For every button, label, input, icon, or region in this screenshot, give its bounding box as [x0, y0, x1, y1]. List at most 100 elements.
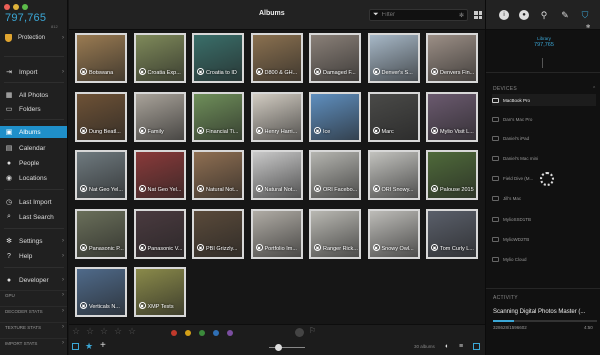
album-icon: ▣	[138, 126, 146, 134]
protection-item[interactable]: Protection ›	[0, 32, 67, 44]
sidebar-item-settings[interactable]: ✻ Settings ›	[0, 235, 67, 247]
album-tile[interactable]: ▣ Family	[133, 91, 186, 142]
device-item[interactable]: MylioSSD1TB	[492, 213, 596, 225]
album-tile[interactable]: ▣ Damaged F...	[309, 33, 361, 83]
edit-pencil-icon[interactable]: ✎	[560, 10, 570, 20]
sidebar-item-folders[interactable]: ▭ Folders	[0, 103, 67, 115]
divider	[486, 72, 600, 73]
album-tile[interactable]: ▣ Nat Geo Yel...	[133, 150, 186, 200]
collapse-icon[interactable]: ⌃	[592, 86, 596, 92]
sidebar-item-last-import[interactable]: ◷ Last Import	[0, 196, 67, 208]
filter-box[interactable]: ⏷ ✻	[369, 9, 468, 21]
sidebar-item-import[interactable]: ⇥ Import ›	[0, 66, 67, 78]
album-tile[interactable]: ▣ Denver's S...	[367, 33, 420, 83]
album-icon: ▣	[138, 243, 146, 251]
star-rating-icon[interactable]: ☆	[86, 326, 94, 337]
album-tile[interactable]: ▣ Financial Ti...	[192, 91, 244, 142]
filter-icon[interactable]: ⏷	[373, 11, 379, 19]
device-item[interactable]: MacBook Pro	[492, 94, 596, 106]
add-icon[interactable]: +	[100, 340, 106, 351]
star-rating-icon[interactable]: ☆	[114, 326, 122, 337]
album-tile[interactable]: ▣ Natural Not...	[250, 150, 303, 200]
chevron-right-icon: ›	[62, 277, 64, 283]
library-label: Library	[537, 36, 551, 41]
device-item[interactable]: Dan's Mac Pro	[492, 113, 596, 125]
album-tile[interactable]: ▣ Croatia Exp...	[133, 33, 186, 83]
stat-decoder[interactable]: DECODER STATS ›	[0, 306, 67, 315]
device-item[interactable]: Daniel's Mac mini	[492, 152, 596, 164]
color-label-red[interactable]	[171, 330, 177, 336]
album-tile[interactable]: ▣ Palouse 2015	[426, 150, 478, 200]
device-item[interactable]: MylioWD2TB	[492, 233, 596, 245]
album-tile[interactable]: ▣ Panasonic P...	[75, 208, 127, 259]
flag-icon[interactable]: ⚐	[309, 326, 316, 335]
sidebar-item-people[interactable]: ● People	[0, 157, 67, 169]
album-tile[interactable]: ▣ Natural Not...	[192, 150, 244, 200]
album-tile[interactable]: ▣ PBI Grizzly...	[192, 208, 244, 259]
color-label-purple[interactable]	[227, 330, 233, 336]
sidebar-item-all-photos[interactable]: ▦ All Photos	[0, 89, 67, 101]
info-icon[interactable]: i	[499, 10, 509, 20]
album-tile[interactable]: ▣ ORI Facebo...	[309, 150, 361, 200]
zoom-window-button[interactable]	[22, 4, 28, 10]
favorite-star-icon[interactable]: ★	[85, 341, 93, 352]
album-tile[interactable]: ▣ Panasonic V...	[133, 208, 186, 259]
color-label-yellow[interactable]	[185, 330, 191, 336]
stat-texture[interactable]: TEXTURE STATS ›	[0, 322, 67, 331]
star-rating-icon[interactable]: ☆	[72, 326, 80, 337]
sidebar-item-calendar[interactable]: ▤ Calendar	[0, 142, 67, 154]
stat-gpu[interactable]: GPU ›	[0, 290, 67, 299]
stat-import[interactable]: IMPORT STATS ›	[0, 338, 67, 347]
shield-icon[interactable]: ⛉	[580, 10, 590, 20]
album-tile[interactable]: ▣ ORI Snowy...	[367, 150, 420, 200]
album-tile[interactable]: ▣ Croatia to ID	[192, 33, 244, 83]
sidebar-item-locations[interactable]: ◉ Locations	[0, 172, 67, 184]
album-tile[interactable]: ▣ Ranger Rick...	[309, 208, 361, 259]
album-tile[interactable]: ▣ Verticals N...	[75, 267, 127, 317]
star-rating-icon[interactable]: ☆	[128, 326, 136, 337]
filter-input[interactable]	[381, 12, 452, 18]
album-icon: ▣	[197, 68, 204, 75]
info-panel-toggle-icon[interactable]	[473, 343, 480, 350]
sidebar-item-help[interactable]: ? Help ›	[0, 250, 67, 262]
album-tile[interactable]: ▣ Nat Geo Yel...	[75, 150, 127, 200]
album-icon: ▣	[314, 185, 321, 192]
album-tile[interactable]: ▣ Marc	[367, 91, 420, 142]
album-tile[interactable]: ▣ Dung Beatl...	[75, 91, 127, 142]
grid-view-icon[interactable]	[474, 11, 482, 19]
album-tile[interactable]: ▣ Tom Curly L...	[426, 208, 478, 259]
device-item[interactable]: Mylio Cloud	[492, 253, 596, 265]
close-window-button[interactable]	[4, 4, 10, 10]
filter-settings-icon[interactable]: ✻	[459, 12, 464, 19]
sidebar-item-developer[interactable]: ● Developer ›	[0, 274, 67, 286]
album-tile[interactable]: ▣ Portfolio Im...	[250, 208, 303, 259]
color-label-none[interactable]	[295, 328, 304, 337]
album-name: PBI Grizzly...	[206, 245, 238, 252]
album-tile[interactable]: ▣ Henry Harri...	[250, 91, 303, 142]
album-tile[interactable]: ▣ XMP Tests	[133, 267, 186, 317]
list-view-icon[interactable]: ≡	[459, 343, 463, 350]
device-item[interactable]: Jill's Mac	[492, 192, 596, 204]
color-label-blue[interactable]	[213, 330, 219, 336]
minimize-window-button[interactable]	[13, 4, 19, 10]
people-icon[interactable]: ●	[519, 10, 529, 20]
sidebar-item-last-search[interactable]: ⌕ Last Search	[0, 211, 67, 223]
zoom-slider-handle[interactable]	[275, 344, 282, 351]
activity-progress-bar	[493, 320, 597, 322]
settings-gear-icon[interactable]: ✻	[586, 24, 590, 30]
sidebar-item-albums[interactable]: ▣ Albums	[0, 126, 67, 138]
help-icon: ?	[7, 252, 11, 260]
album-tile[interactable]: ▣ Snowy Owl...	[367, 208, 420, 259]
album-tile[interactable]: ▣ Denvers Fin...	[426, 33, 478, 83]
album-tile[interactable]: ▣ Botswana	[75, 33, 127, 83]
color-label-green[interactable]	[199, 330, 205, 336]
album-tile[interactable]: ▣ D800 & GH...	[250, 33, 303, 83]
map-pin-icon[interactable]: ⚲	[539, 10, 549, 20]
library-summary[interactable]: Library 797,765	[526, 36, 562, 58]
album-tile[interactable]: ▣ Ice	[309, 91, 361, 142]
album-tile[interactable]: ▣ Mylio Visit L...	[426, 91, 478, 142]
sync-icon[interactable]: ◐	[445, 343, 449, 350]
sidebar-toggle-icon[interactable]	[72, 343, 79, 350]
device-item[interactable]: Daniel's iPad	[492, 132, 596, 144]
star-rating-icon[interactable]: ☆	[100, 326, 108, 337]
